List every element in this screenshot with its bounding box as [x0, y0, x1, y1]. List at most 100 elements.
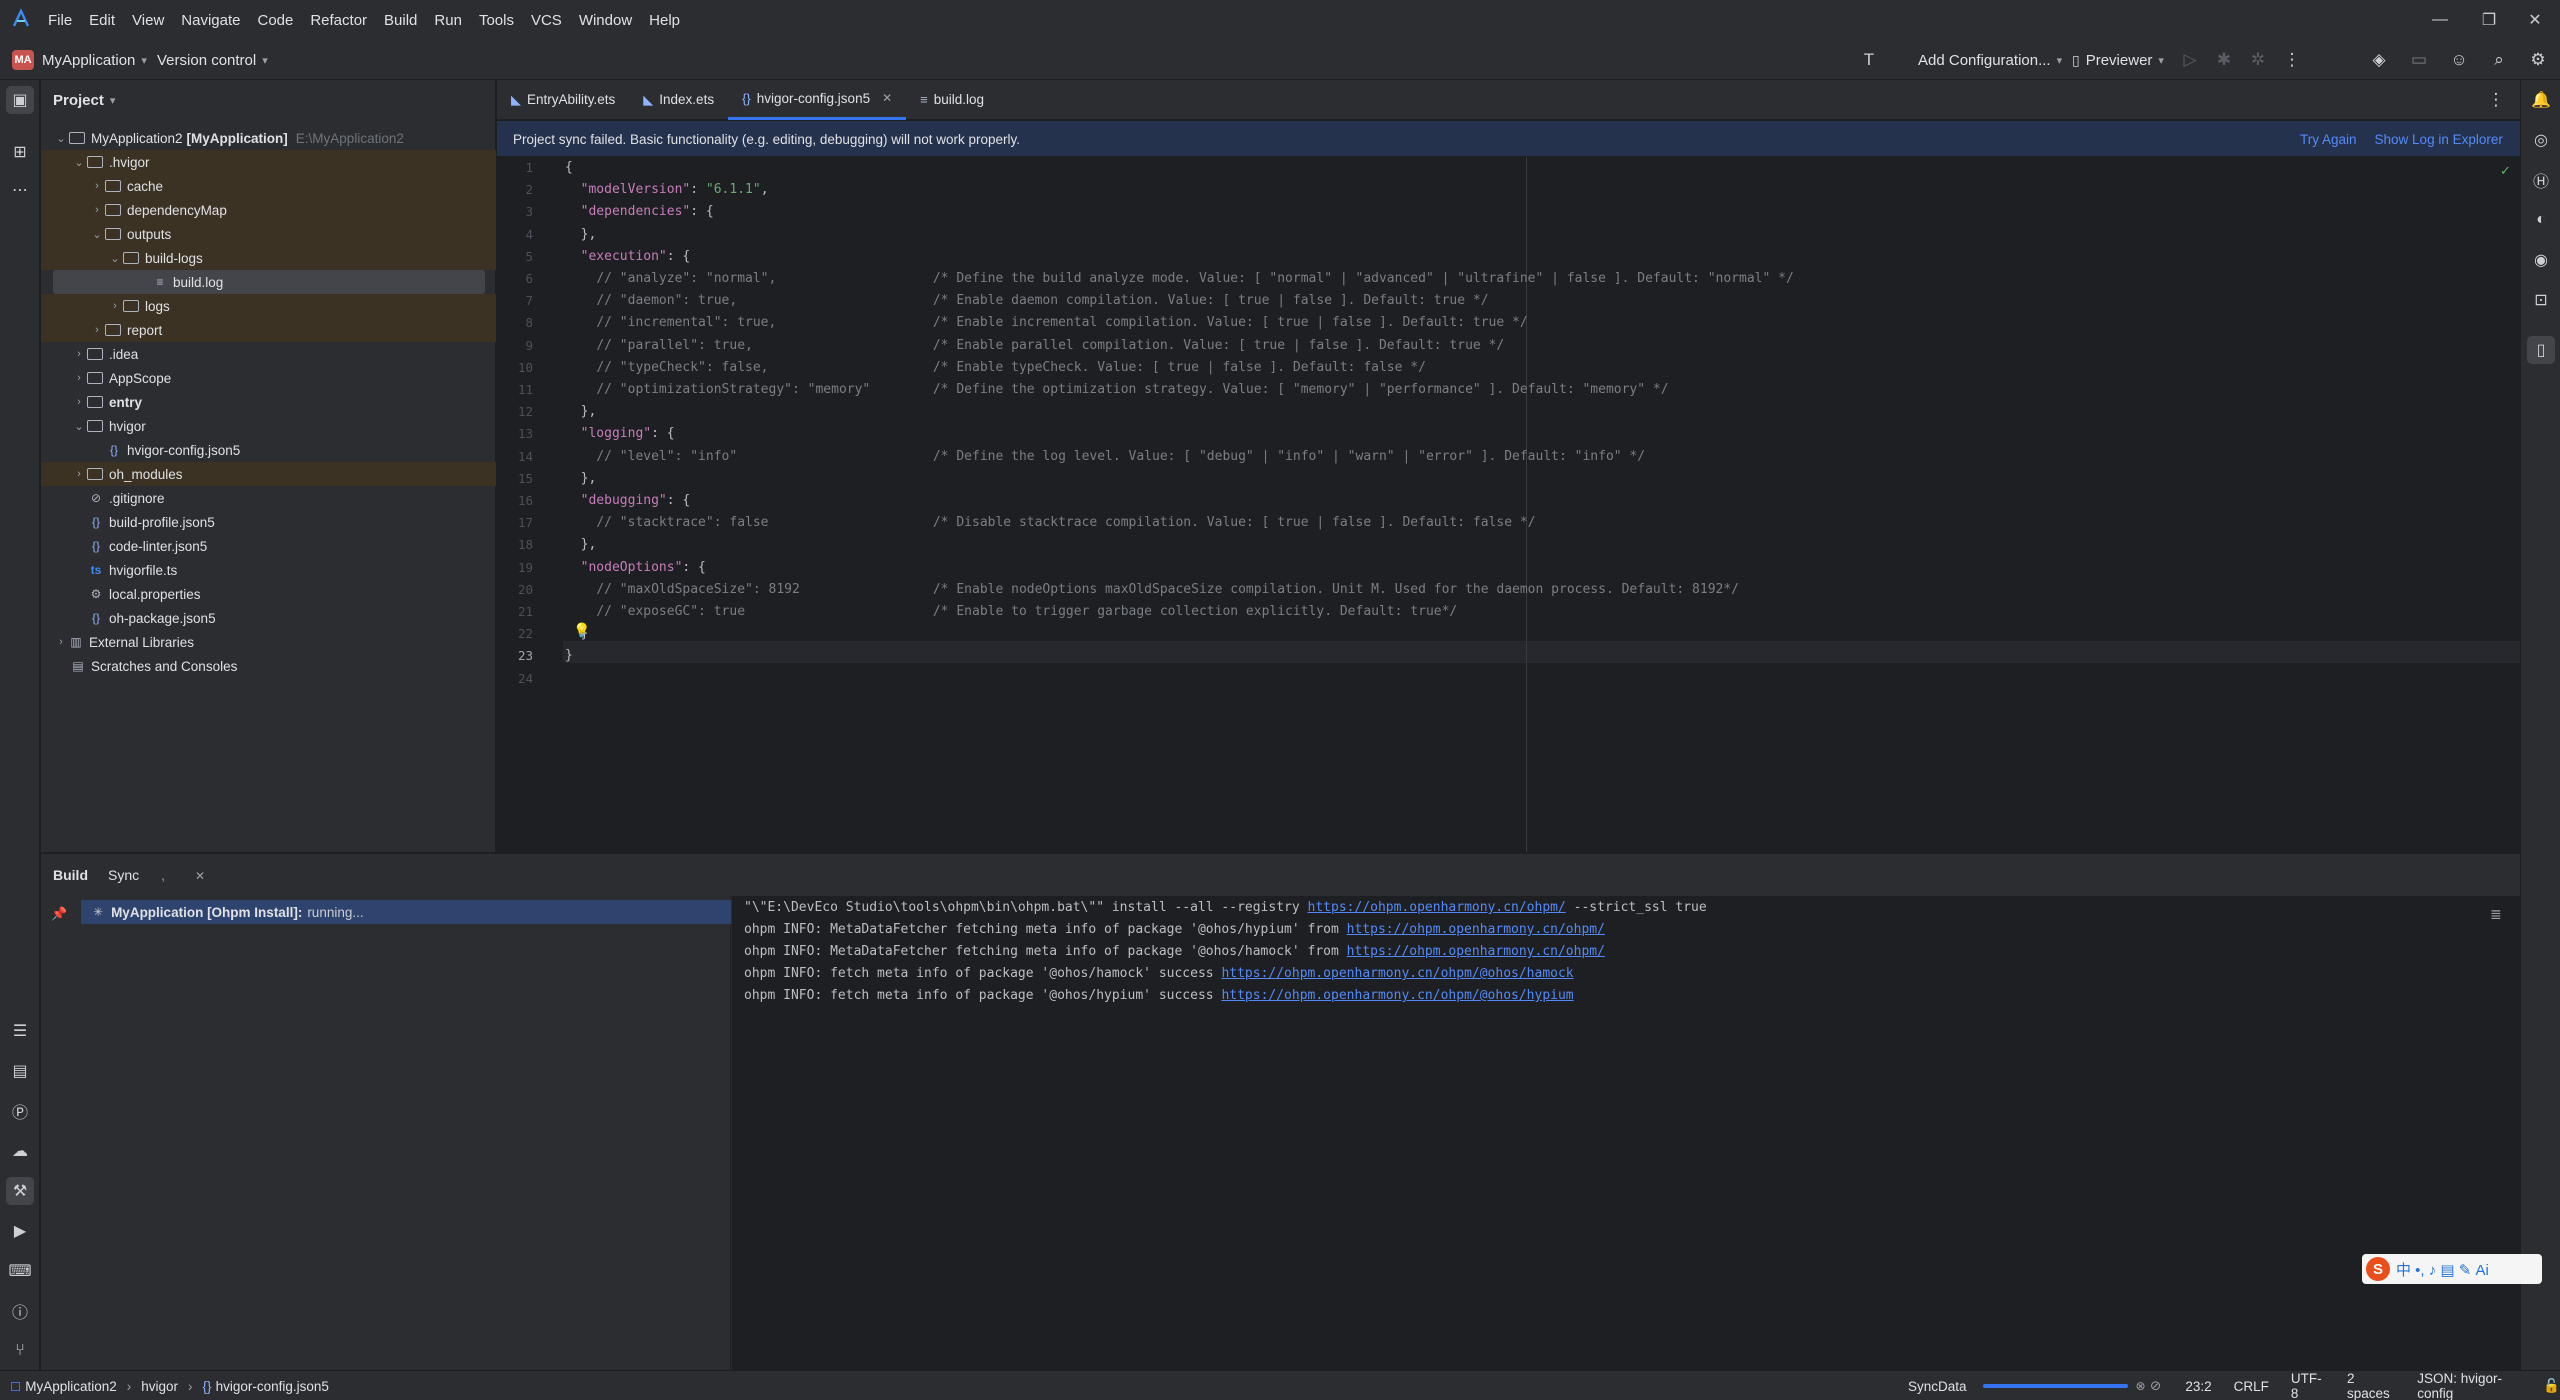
menu-navigate[interactable]: Navigate [181, 12, 240, 29]
tab-build[interactable]: Build [53, 867, 88, 883]
tree-item-hvigorfile[interactable]: ts hvigorfile.ts [41, 558, 496, 582]
minimize-button[interactable]: — [2415, 0, 2465, 40]
services-tool-icon[interactable]: ▶ [6, 1217, 34, 1245]
menu-vcs[interactable]: VCS [531, 12, 562, 29]
restore-button[interactable]: ❐ [2464, 0, 2514, 40]
console-url-link[interactable]: https://ohpm.openharmony.cn/ohpm/@ohos/h… [1221, 988, 1573, 1003]
tree-item-report[interactable]: › report [41, 318, 496, 342]
build-console[interactable]: "\"E:\DevEco Studio\tools\ohpm\bin\ohpm.… [732, 896, 2520, 1371]
menu-code[interactable]: Code [257, 12, 293, 29]
console-url-link[interactable]: https://ohpm.openharmony.cn/ohpm/ [1347, 944, 1605, 959]
tree-item-appscope[interactable]: › AppScope [41, 366, 496, 390]
lightbulb-icon[interactable]: 💡 [573, 622, 590, 639]
settings-gear-icon[interactable]: ⚙ [2524, 46, 2552, 74]
tree-item-dependencymap[interactable]: › dependencyMap [41, 198, 496, 222]
tree-item-external-libraries[interactable]: › ▥ External Libraries [41, 630, 496, 654]
add-configuration-button[interactable]: Add Configuration... ▾ [1918, 40, 2062, 80]
tab-options-icon[interactable]: ⋮ [2482, 86, 2510, 114]
menu-build[interactable]: Build [384, 12, 417, 29]
git-tool-icon[interactable]: ⑂ [6, 1337, 34, 1365]
profiler-tool-icon[interactable]: Ⓟ [6, 1097, 34, 1125]
breadcrumb-item[interactable]: MyApplication2 [25, 1379, 117, 1394]
tree-item-logs[interactable]: › logs [41, 294, 496, 318]
todo-tool-icon[interactable]: ☰ [6, 1017, 34, 1045]
device-file-icon[interactable]: ⊡ [2527, 286, 2555, 314]
cancel-task-icon[interactable]: ⊗ [2136, 1379, 2146, 1393]
search-icon[interactable]: ⌕ [2485, 46, 2513, 74]
tree-item-hvigor-hidden[interactable]: ⌄ .hvigor [41, 150, 496, 174]
tree-item-cache[interactable]: › cache [41, 174, 496, 198]
menu-help[interactable]: Help [649, 12, 680, 29]
console-url-link[interactable]: https://ohpm.openharmony.cn/ohpm/ [1308, 900, 1566, 915]
tree-item-root[interactable]: ⌄ MyApplication2 [MyApplication] E:\MyAp… [41, 126, 496, 150]
run-icon[interactable]: ▷ [2176, 46, 2204, 74]
tree-item-hvigor[interactable]: ⌄ hvigor [41, 414, 496, 438]
readonly-toggle-icon[interactable]: ⊘ [2150, 1378, 2161, 1394]
debug-icon[interactable]: ✱ [2210, 46, 2238, 74]
background-task[interactable]: SyncData ⊗ [1908, 1371, 2146, 1400]
build-tool-icon[interactable]: ⚒ [6, 1177, 34, 1205]
soft-wrap-icon[interactable]: ≣ [2490, 906, 2502, 923]
tree-item-oh-package[interactable]: {} oh-package.json5 [41, 606, 496, 630]
tree-item-oh-modules[interactable]: › oh_modules [41, 462, 496, 486]
close-tab-icon[interactable]: ✕ [882, 91, 892, 105]
project-tool-icon[interactable]: ▣ [6, 86, 34, 114]
preview-eye-icon[interactable]: ◉ [2527, 246, 2555, 274]
tree-item-scratches[interactable]: ▤ Scratches and Consoles [41, 654, 496, 678]
tab-build-log[interactable]: ≡ build.log [906, 80, 998, 120]
json-schema[interactable]: JSON: hvigor-config [2417, 1371, 2525, 1400]
close-tab-icon[interactable]: ✕ [195, 869, 205, 883]
menu-file[interactable]: File [48, 12, 72, 29]
text-format-icon[interactable]: T [1855, 46, 1883, 74]
menu-tools[interactable]: Tools [479, 12, 514, 29]
tree-item-local-properties[interactable]: ⚙ local.properties [41, 582, 496, 606]
tab-index[interactable]: ◣ Index.ets [629, 80, 728, 120]
tree-item-hvigor-config[interactable]: {} hvigor-config.json5 [41, 438, 496, 462]
ime-toolbar[interactable]: S 中 •, ♪ ▤ ✎ Ai [2362, 1254, 2542, 1284]
more-horizontal-icon[interactable]: ⋯ [6, 176, 34, 204]
project-panel-header[interactable]: Project ▾ [41, 80, 495, 120]
database-tool-icon[interactable]: ▤ [6, 1057, 34, 1085]
tree-item-outputs[interactable]: ⌄ outputs [41, 222, 496, 246]
terminal-tool-icon[interactable]: ⌨ [6, 1257, 34, 1285]
tree-item-build-logs[interactable]: ⌄ build-logs [41, 246, 496, 270]
show-log-link[interactable]: Show Log in Explorer [2375, 132, 2503, 147]
folder-icon[interactable]: ▭ [2405, 46, 2433, 74]
menu-view[interactable]: View [132, 12, 164, 29]
profile-icon[interactable]: ✲ [2244, 46, 2272, 74]
device-manager-icon[interactable]: ◈ [2365, 46, 2393, 74]
previewer-button[interactable]: ▯ Previewer ▾ [2072, 40, 2164, 80]
console-url-link[interactable]: https://ohpm.openharmony.cn/ohpm/ [1347, 922, 1605, 937]
menu-refactor[interactable]: Refactor [310, 12, 367, 29]
problems-tool-icon[interactable]: ⓘ [6, 1297, 34, 1325]
lock-icon[interactable]: 🔓 [2543, 1378, 2560, 1394]
tab-sync[interactable]: Sync, ✕ [108, 867, 225, 883]
file-encoding[interactable]: UTF-8 [2291, 1371, 2325, 1400]
console-url-link[interactable]: https://ohpm.openharmony.cn/ohpm/@ohos/h… [1221, 966, 1573, 981]
tab-hvigor-config[interactable]: {} hvigor-config.json5 ✕ [728, 79, 907, 120]
tree-item-gitignore[interactable]: ⊘ .gitignore [41, 486, 496, 510]
line-separator[interactable]: CRLF [2234, 1379, 2269, 1394]
indent-setting[interactable]: 2 spaces [2347, 1371, 2395, 1400]
project-badge[interactable]: MA [12, 50, 34, 70]
try-again-link[interactable]: Try Again [2300, 132, 2357, 147]
tree-item-code-linter[interactable]: {} code-linter.json5 [41, 534, 496, 558]
close-window-button[interactable]: ✕ [2510, 0, 2560, 40]
tree-item-build-profile[interactable]: {} build-profile.json5 [41, 510, 496, 534]
tree-item-entry[interactable]: › entry [41, 390, 496, 414]
breadcrumb-item[interactable]: hvigor-config.json5 [216, 1379, 329, 1394]
notifications-icon[interactable]: 🔔 [2527, 86, 2555, 114]
tree-item-build-log[interactable]: ≡ build.log [53, 270, 485, 294]
tab-entryability[interactable]: ◣ EntryAbility.ets [497, 80, 629, 120]
structure-tool-icon[interactable]: ⊞ [6, 138, 34, 166]
tree-item-idea[interactable]: › .idea [41, 342, 496, 366]
harmony-icon[interactable]: Ⓗ [2527, 166, 2555, 194]
inspector-icon[interactable]: ◐ [2527, 206, 2555, 234]
version-control-menu[interactable]: Version control ▾ [157, 40, 268, 80]
project-switcher[interactable]: MyApplication ▾ [42, 40, 147, 80]
account-icon[interactable]: ☺ [2445, 46, 2473, 74]
pin-icon[interactable]: 📌 [51, 906, 67, 922]
breadcrumb-item[interactable]: hvigor [141, 1379, 178, 1394]
more-vertical-icon[interactable]: ⋮ [2278, 46, 2306, 74]
cloud-tool-icon[interactable]: ☁ [6, 1137, 34, 1165]
